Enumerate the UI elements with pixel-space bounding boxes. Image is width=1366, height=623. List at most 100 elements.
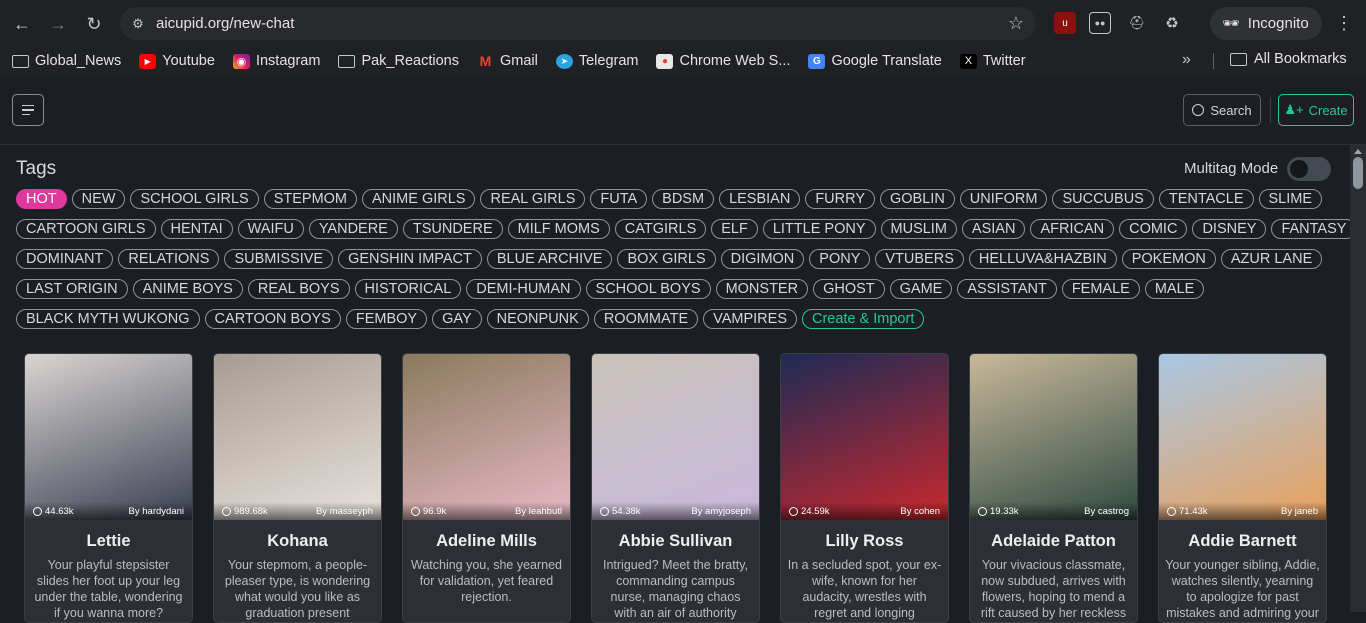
tag-chip[interactable]: SUBMISSIVE (224, 249, 334, 269)
reload-icon[interactable]: ↻ (76, 6, 112, 42)
tag-chip[interactable]: LAST ORIGIN (16, 279, 128, 299)
create-import-tag-button[interactable]: Create & Import (802, 309, 925, 329)
tag-chip[interactable]: BLUE ARCHIVE (486, 249, 613, 269)
tag-chip[interactable]: BLACK MYTH WUKONG (16, 309, 200, 329)
tag-chip[interactable]: FUTA (590, 189, 648, 209)
character-card[interactable]: 989.68k By masseyph Kohana Your stepmom, a … (213, 353, 382, 623)
all-bookmarks-button[interactable]: All Bookmarks (1230, 51, 1347, 67)
tag-chip[interactable]: SCHOOL GIRLS (130, 189, 259, 209)
address-bar[interactable]: ⚙ aicupid.org/new-chat ☆ (120, 7, 1036, 40)
tag-chip[interactable]: NEW (71, 189, 126, 209)
tag-chip[interactable]: DIGIMON (720, 249, 805, 269)
bookmarks-overflow-icon[interactable]: » (1182, 51, 1191, 69)
tag-chip[interactable]: VTUBERS (875, 249, 964, 269)
bookmark-global-news[interactable]: Global_News (12, 53, 121, 69)
tag-chip[interactable]: TSUNDERE (402, 219, 503, 239)
tag-chip[interactable]: NEONPUNK (486, 309, 589, 329)
character-image[interactable] (403, 354, 570, 520)
tag-chip[interactable]: TENTACLE (1158, 189, 1254, 209)
character-card[interactable]: 54.38k By amyjoseph Abbie Sullivan Intrigue… (591, 353, 760, 623)
character-image[interactable] (970, 354, 1137, 520)
tag-chip[interactable]: LESBIAN (719, 189, 801, 209)
bookmark-telegram[interactable]: ➤ Telegram (555, 53, 638, 69)
character-image[interactable] (781, 354, 948, 520)
tag-chip[interactable]: SLIME (1258, 189, 1323, 209)
character-card[interactable]: 19.33k By castrog Adelaide Patton Your viva… (969, 353, 1138, 623)
tag-chip[interactable]: PONY (809, 249, 871, 269)
tag-chip[interactable]: BDSM (652, 189, 715, 209)
tag-chip[interactable]: SCHOOL BOYS (585, 279, 711, 299)
page-scrollbar[interactable] (1350, 145, 1366, 612)
tag-chip[interactable]: BOX GIRLS (617, 249, 716, 269)
shield-extension-icon[interactable]: ⛑ (1126, 12, 1148, 34)
tag-chip[interactable]: GAME (889, 279, 953, 299)
tag-chip[interactable]: GENSHIN IMPACT (338, 249, 482, 269)
search-button[interactable]: Search (1183, 94, 1261, 126)
tag-chip[interactable]: HISTORICAL (354, 279, 462, 299)
tag-chip[interactable]: GAY (432, 309, 482, 329)
tag-chip[interactable]: ELF (711, 219, 758, 239)
scroll-up-arrow-icon[interactable] (1354, 149, 1362, 154)
tag-chip[interactable]: ROOMMATE (593, 309, 699, 329)
bookmark-chrome-web-store[interactable]: ● Chrome Web S... (656, 53, 790, 69)
site-info-icon[interactable]: ⚙ (130, 16, 146, 32)
bookmark-gmail[interactable]: M Gmail (477, 53, 538, 69)
tag-chip[interactable]: ASIAN (961, 219, 1026, 239)
tag-chip[interactable]: LITTLE PONY (762, 219, 876, 239)
character-image[interactable] (214, 354, 381, 520)
bookmark-instagram[interactable]: ◉ Instagram (232, 53, 320, 69)
tag-chip[interactable]: HOT (16, 189, 67, 209)
tag-chip[interactable]: HENTAI (160, 219, 233, 239)
tag-chip[interactable]: MONSTER (715, 279, 809, 299)
tag-chip[interactable]: ANIME GIRLS (362, 189, 476, 209)
tag-chip[interactable]: FURRY (805, 189, 875, 209)
tag-chip[interactable]: AZUR LANE (1220, 249, 1323, 269)
character-image[interactable] (592, 354, 759, 520)
tag-chip[interactable]: POKEMON (1121, 249, 1216, 269)
tag-chip[interactable]: HELLUVA&HAZBIN (968, 249, 1117, 269)
tag-chip[interactable]: CATGIRLS (614, 219, 707, 239)
tag-chip[interactable]: SUCCUBUS (1052, 189, 1154, 209)
tag-chip[interactable]: REAL BOYS (247, 279, 350, 299)
back-arrow-icon[interactable]: ← (4, 6, 40, 42)
tag-chip[interactable]: STEPMOM (263, 189, 358, 209)
tag-chip[interactable]: CARTOON GIRLS (16, 219, 156, 239)
tag-chip[interactable]: MILF MOMS (507, 219, 610, 239)
forward-arrow-icon[interactable]: → (40, 6, 76, 42)
tag-chip[interactable]: FEMBOY (345, 309, 428, 329)
tag-chip[interactable]: FEMALE (1061, 279, 1140, 299)
character-card[interactable]: 71.43k By janeb Addie Barnett Your younger … (1158, 353, 1327, 623)
tag-chip[interactable]: MALE (1144, 279, 1205, 299)
tag-chip[interactable]: DEMI-HUMAN (466, 279, 581, 299)
extensions-puzzle-icon[interactable]: ♻ (1161, 12, 1183, 34)
scrollbar-thumb[interactable] (1353, 157, 1363, 189)
tag-chip[interactable]: RELATIONS (118, 249, 220, 269)
tag-chip[interactable]: AFRICAN (1030, 219, 1115, 239)
tag-chip[interactable]: ASSISTANT (957, 279, 1057, 299)
tag-chip[interactable]: DOMINANT (16, 249, 114, 269)
bookmark-youtube[interactable]: ▶ Youtube (139, 53, 215, 69)
tag-chip[interactable]: CARTOON BOYS (204, 309, 341, 329)
extension-icon[interactable]: ●● (1089, 12, 1111, 34)
bookmark-star-icon[interactable]: ☆ (1008, 13, 1024, 34)
tag-chip[interactable]: MUSLIM (880, 219, 957, 239)
create-button[interactable]: ♟+ Create (1278, 94, 1354, 126)
tag-chip[interactable]: VAMPIRES (703, 309, 797, 329)
bookmark-pak-reactions[interactable]: Pak_Reactions (338, 53, 459, 69)
tag-chip[interactable]: FANTASY (1271, 219, 1357, 239)
bookmark-google-translate[interactable]: G Google Translate (808, 53, 942, 69)
tag-chip[interactable]: GOBLIN (880, 189, 955, 209)
tag-chip[interactable]: WAIFU (237, 219, 304, 239)
character-card[interactable]: 44.63k By hardydani Lettie Your playful ste… (24, 353, 193, 623)
tag-chip[interactable]: YANDERE (308, 219, 398, 239)
multitag-mode-toggle[interactable] (1287, 157, 1331, 181)
tag-chip[interactable]: REAL GIRLS (480, 189, 586, 209)
character-card[interactable]: 96.9k By leahbutl Adeline Mills Watching yo… (402, 353, 571, 623)
url-text[interactable]: aicupid.org/new-chat (156, 15, 294, 32)
ublock-extension-icon[interactable]: u (1054, 12, 1076, 34)
tag-chip[interactable]: UNIFORM (959, 189, 1048, 209)
character-image[interactable] (25, 354, 192, 520)
incognito-indicator[interactable]: 🕶 Incognito (1210, 7, 1322, 40)
tag-chip[interactable]: ANIME BOYS (132, 279, 243, 299)
character-image[interactable] (1159, 354, 1326, 520)
